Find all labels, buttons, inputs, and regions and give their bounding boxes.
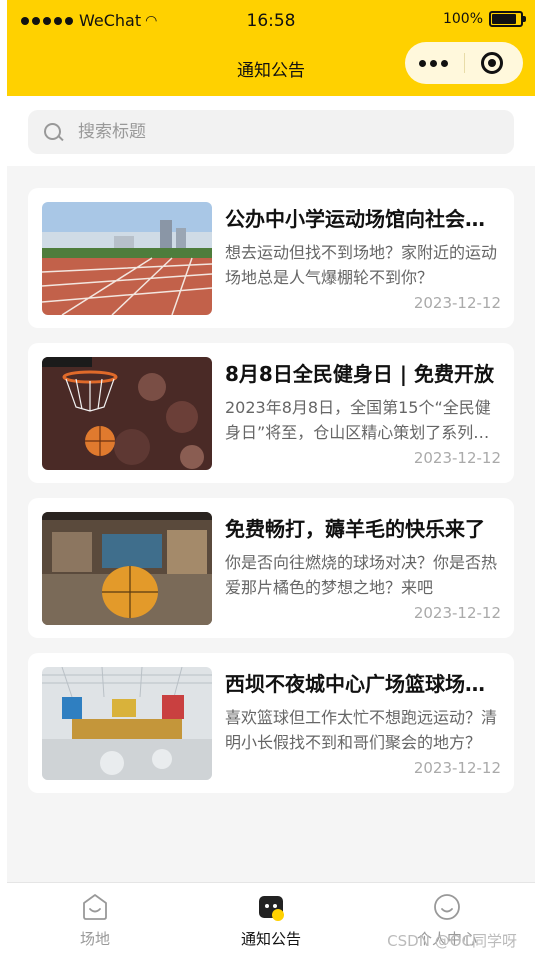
watermark: CSDN @OC同学呀: [387, 932, 517, 950]
notice-desc: 喜欢篮球但工作太忙不想跑远运动？清明小长假找不到和哥们聚会的地方？: [225, 708, 498, 752]
notice-card[interactable]: 西坝不夜城中心广场篮球场开放 喜欢篮球但工作太忙不想跑远运动？清明小长假找不到和…: [28, 653, 514, 793]
notice-desc: 你是否向往燃烧的球场对决？你是否热爱那片橘色的梦想之地？来吧: [225, 553, 498, 597]
more-dots-icon[interactable]: [419, 59, 448, 67]
battery-icon: [489, 11, 526, 27]
notice-desc: 2023年8月8日，全国第15个“全民健身日”将至，仓山区精心策划了系列活动: [225, 398, 491, 442]
capsule-divider: [464, 53, 465, 73]
status-bar: WeChat ◠ 16:58 100%: [7, 0, 535, 40]
venue-icon: [83, 894, 107, 920]
tab-notice[interactable]: 通知公告: [183, 883, 359, 948]
notice-date: 2023-12-12: [413, 449, 501, 467]
search-box[interactable]: [28, 110, 514, 154]
search-bar-area: [7, 96, 535, 166]
search-input[interactable]: [76, 121, 460, 143]
notice-title: 公办中小学运动场馆向社会开放: [225, 207, 501, 231]
notice-thumbnail-basketball-hoop: [42, 357, 212, 470]
search-icon: [44, 123, 62, 141]
notice-card[interactable]: 8月8日全民健身日 | 免费开放 2023年8月8日，全国第15个“全民健身日”…: [28, 343, 514, 483]
tab-label: 通知公告: [240, 930, 301, 948]
target-circle-icon[interactable]: [481, 52, 503, 74]
notice-card[interactable]: 公办中小学运动场馆向社会开放 想去运动但找不到场地？家附近的运动场地总是人气爆棚…: [28, 188, 514, 328]
notice-thumbnail-basketball-court: [42, 512, 212, 625]
notice-title: 免费畅打，薅羊毛的快乐来了: [225, 517, 485, 541]
notice-date: 2023-12-12: [413, 759, 501, 777]
tab-venue[interactable]: 场地: [7, 883, 183, 948]
tab-label: 场地: [79, 930, 110, 948]
notice-title: 8月8日全民健身日 | 免费开放: [225, 362, 495, 386]
notice-card[interactable]: 免费畅打，薅羊毛的快乐来了 你是否向往燃烧的球场对决？你是否热爱那片橘色的梦想之…: [28, 498, 514, 638]
notice-thumbnail-track: [42, 202, 212, 315]
notice-date: 2023-12-12: [413, 294, 501, 312]
notice-list: 公办中小学运动场馆向社会开放 想去运动但找不到场地？家附近的运动场地总是人气爆棚…: [28, 188, 514, 808]
notice-desc: 想去运动但找不到场地？家附近的运动场地总是人气爆棚轮不到你？: [225, 243, 498, 287]
phone-screen: WeChat ◠ 16:58 100% 通知公告 搜索标题 公办中小学运动场馆向…: [7, 0, 535, 948]
battery-percent: 100%: [442, 11, 483, 27]
notice-date: 2023-12-12: [413, 604, 501, 622]
profile-icon: [434, 894, 460, 920]
notice-title: 西坝不夜城中心广场篮球场开放: [225, 672, 501, 696]
notice-thumbnail-plaza: [42, 667, 212, 780]
mini-program-capsule: [405, 42, 523, 84]
notice-icon: [259, 896, 284, 921]
